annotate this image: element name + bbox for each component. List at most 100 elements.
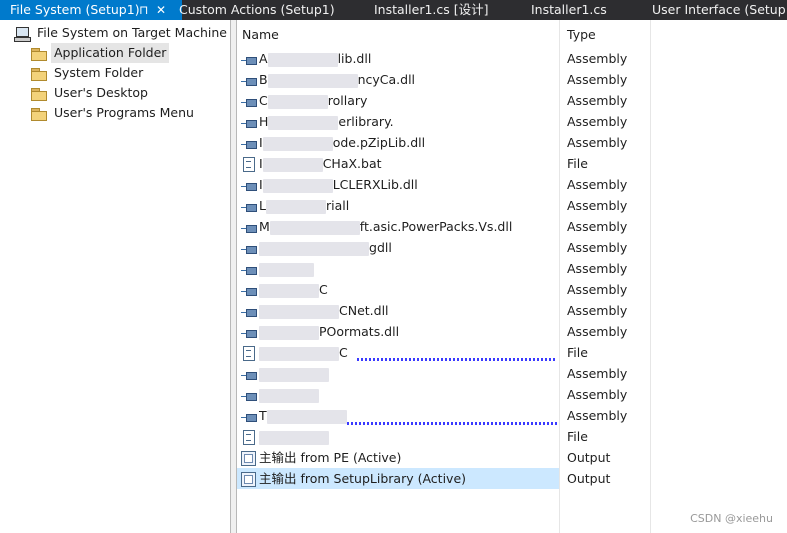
cell-name: C (241, 279, 328, 300)
table-row[interactable]: POormats.dll Assembly (237, 321, 787, 342)
redacted-text (266, 409, 347, 424)
assembly-icon (241, 222, 257, 234)
tab-user-interface[interactable]: User Interface (Setup1) (652, 0, 787, 20)
name-text: ary (347, 93, 368, 108)
cell-type: Assembly (567, 198, 628, 213)
tree-item-application-folder[interactable]: Application Folder (31, 43, 170, 63)
redacted-text (265, 199, 326, 214)
table-row[interactable]: Alib.dll Assembly (237, 48, 787, 69)
close-icon[interactable]: ✕ (156, 0, 166, 20)
cell-name: I CHaX.bat (241, 153, 382, 174)
file-icon (243, 346, 255, 361)
cell-type: Assembly (567, 72, 628, 87)
name-text: asic.PowerPacks.Vs.dll (372, 219, 513, 234)
name-text: ria (325, 198, 343, 213)
name-text: ll (342, 198, 350, 213)
tab-custom-actions[interactable]: Custom Actions (Setup1) (179, 0, 335, 20)
assembly-icon (241, 369, 257, 381)
redacted-text (262, 136, 333, 151)
name-text: lib.dll (337, 51, 372, 66)
redacted-text (259, 304, 339, 319)
cell-type: Assembly (567, 408, 628, 423)
table-row[interactable]: Assembly (237, 258, 787, 279)
name-text: PO (319, 324, 337, 339)
tree-root[interactable]: File System on Target Machine (14, 23, 230, 43)
table-row[interactable]: BncyCa.dll Assembly (237, 69, 787, 90)
spellcheck-underline (357, 358, 557, 361)
tab-file-system[interactable]: File System (Setup1) (0, 0, 182, 20)
tab-installer-code[interactable]: Installer1.cs (531, 0, 607, 20)
redacted-text (259, 325, 319, 340)
tab-file-system-label: File System (Setup1) (10, 2, 140, 17)
file-system-tree: File System on Target Machine Applicatio… (0, 20, 231, 533)
computer-icon (14, 26, 31, 42)
cell-type: Assembly (567, 303, 628, 318)
name-text: g (369, 240, 377, 255)
tree-item-users-programs-menu[interactable]: User's Programs Menu (31, 103, 197, 123)
assembly-icon (241, 306, 257, 318)
table-row[interactable]: gdll Assembly (237, 237, 787, 258)
table-row[interactable]: File (237, 426, 787, 447)
cell-type: Assembly (567, 93, 628, 108)
table-row[interactable]: 主输出 from SetupLibrary (Active) Output (237, 468, 787, 489)
redacted-text (267, 73, 358, 88)
assembly-icon (241, 96, 257, 108)
name-text: B (259, 72, 268, 87)
tree-item-system-folder[interactable]: System Folder (31, 63, 146, 83)
table-row[interactable]: Herlibrary. Assembly (237, 111, 787, 132)
assembly-icon (241, 54, 257, 66)
cell-type: File (567, 345, 588, 360)
column-header-type[interactable]: Type (567, 25, 596, 45)
pin-icon[interactable]: ⊓ (139, 0, 148, 20)
table-row[interactable]: Lriall Assembly (237, 195, 787, 216)
file-list: Name Type Alib.dll Assembly BncyCa.dll Asse… (237, 20, 787, 533)
table-row[interactable]: 主输出 from PE (Active) Output (237, 447, 787, 468)
cell-type: Assembly (567, 366, 628, 381)
cell-name: CNet.dll (241, 300, 389, 321)
tree-item-label: User's Programs Menu (54, 105, 194, 120)
folder-open-icon (31, 47, 47, 61)
cell-name: Alib.dll (241, 48, 371, 69)
redacted-text (259, 262, 314, 277)
name-text: ft. (359, 219, 373, 234)
table-row[interactable]: C Assembly (237, 279, 787, 300)
table-row[interactable]: Crollary Assembly (237, 90, 787, 111)
name-text: erl (338, 114, 355, 129)
redacted-text (259, 346, 339, 361)
cell-type: Assembly (567, 261, 628, 276)
cell-type: Assembly (567, 51, 628, 66)
column-header-name[interactable]: Name (242, 25, 279, 45)
assembly-icon (241, 75, 257, 87)
redacted-text (259, 388, 319, 403)
table-row[interactable]: I LCLERXLib.dll Assembly (237, 174, 787, 195)
cell-name: 主输出 from PE (Active) (241, 447, 401, 468)
cell-name: Crollary (241, 90, 367, 111)
table-row[interactable]: CNet.dll Assembly (237, 300, 787, 321)
table-row[interactable]: I CHaX.bat File (237, 153, 787, 174)
tab-installer-design[interactable]: Installer1.cs [设计] (374, 0, 489, 20)
redacted-text (267, 52, 338, 67)
cell-type: Assembly (567, 240, 628, 255)
tree-item-users-desktop[interactable]: User's Desktop (31, 83, 151, 103)
tab-installer-code-label: Installer1.cs (531, 2, 607, 17)
name-text: C (319, 282, 328, 297)
cell-type: Assembly (567, 324, 628, 339)
cell-type: Assembly (567, 114, 628, 129)
file-icon (243, 430, 255, 445)
cell-type: Assembly (567, 177, 628, 192)
table-row[interactable]: Mft.asic.PowerPacks.Vs.dll Assembly (237, 216, 787, 237)
table-row[interactable]: Assembly (237, 384, 787, 405)
cell-type: Output (567, 450, 611, 465)
table-row[interactable]: Iode.pZipLib.dll Assembly (237, 132, 787, 153)
name-text: L (259, 198, 266, 213)
cell-name: POormats.dll (241, 321, 399, 342)
cell-name (241, 258, 314, 279)
redacted-text (259, 283, 319, 298)
table-row[interactable]: Assembly (237, 363, 787, 384)
assembly-icon (241, 117, 257, 129)
redacted-text (262, 157, 323, 172)
name-text: ormats.dll (336, 324, 400, 339)
folder-icon (31, 107, 47, 121)
assembly-icon (241, 180, 257, 192)
cell-type: Assembly (567, 282, 628, 297)
